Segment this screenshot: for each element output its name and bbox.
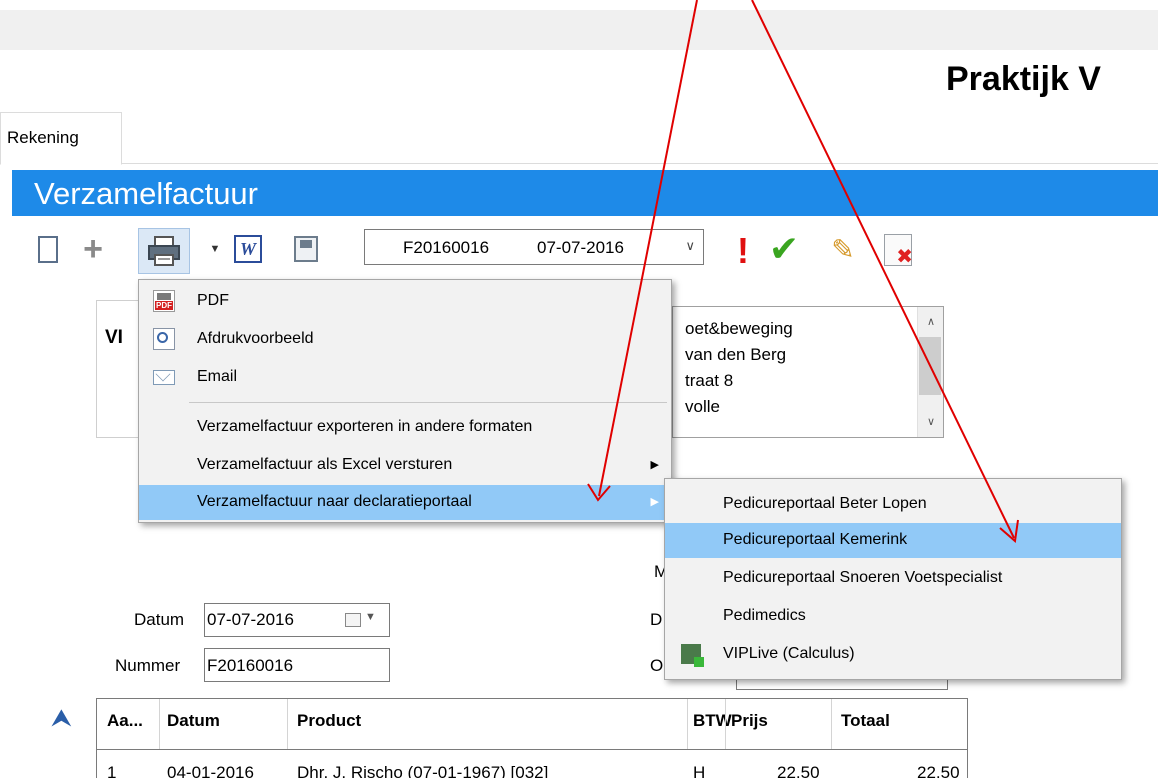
invoice-date: 07-07-2016 <box>537 238 624 257</box>
column-header[interactable]: Datum <box>167 711 220 731</box>
invoice-lines-table: Aa... Datum Product BTW Prijs Totaal 1 0… <box>96 698 968 778</box>
submenu-item-viplive[interactable]: VIPLive (Calculus) <box>665 637 1121 672</box>
submenu-item-label: Pedicureportaal Kemerink <box>723 531 908 548</box>
nummer-value: F20160016 <box>207 656 294 675</box>
warning-icon[interactable]: ! <box>736 230 750 271</box>
menu-item-pdf[interactable]: PDF PDF <box>139 284 671 319</box>
address-line: traat 8 <box>685 371 734 390</box>
column-header[interactable]: Totaal <box>841 711 890 731</box>
collapse-up-icon[interactable]: ⮝ <box>52 707 78 734</box>
submenu-arrow-icon: ▶ <box>650 496 659 508</box>
submenu-arrow-icon: ▶ <box>650 459 659 471</box>
label-fragment: O <box>650 656 664 675</box>
table-cell[interactable]: 04-01-2016 <box>167 763 254 778</box>
print-button[interactable] <box>138 228 190 274</box>
datum-value: 07-07-2016 <box>207 610 294 629</box>
email-icon <box>153 366 175 385</box>
new-document-icon[interactable] <box>38 236 58 263</box>
column-divider <box>159 699 160 749</box>
menu-item-label: Verzamelfactuur naar declaratieportaal <box>197 493 472 510</box>
table-cell[interactable]: 22,50 <box>777 763 820 778</box>
menu-item-label: Verzamelfactuur exporteren in andere for… <box>197 418 533 435</box>
printer-icon <box>148 236 180 266</box>
section-header: Verzamelfactuur <box>12 170 1158 216</box>
submenu-item-kemerink[interactable]: Pedicureportaal Kemerink <box>665 523 1121 558</box>
label-fragment: D <box>650 610 663 629</box>
app-title: Praktijk V <box>946 60 1101 98</box>
menu-item-declaratieportaal[interactable]: Verzamelfactuur naar declaratieportaal ▶ <box>139 485 671 520</box>
toolbar: + ▼ W F20160016 07-07-2016 ∨ ! ✔ ✎ ✖ <box>0 220 1158 280</box>
invoice-number: F20160016 <box>403 238 490 257</box>
delete-document-icon[interactable]: ✖ <box>884 234 913 268</box>
nummer-label: Nummer <box>115 656 181 675</box>
edit-pencil-icon[interactable]: ✎ <box>826 234 860 265</box>
add-icon[interactable]: + <box>78 232 108 266</box>
print-menu: PDF PDF Afdrukvoorbeeld Email Verzamelfa… <box>138 279 672 523</box>
submenu-item[interactable]: Pedicureportaal Beter Lopen <box>665 487 1121 522</box>
address-line: van den Berg <box>685 345 787 364</box>
table-cell[interactable]: 22,50 <box>917 763 960 778</box>
print-dropdown-arrow-icon[interactable]: ▼ <box>206 240 224 258</box>
print-preview-icon <box>153 328 175 350</box>
column-header[interactable]: Prijs <box>731 711 768 731</box>
tab-bar: Rekening <box>0 112 1158 165</box>
column-divider <box>287 699 288 749</box>
table-cell[interactable]: 1 <box>107 763 116 778</box>
menu-item-label: PDF <box>197 292 229 309</box>
table-cell[interactable]: Dhr. J. Rischo (07-01-1967) [032] <box>297 763 548 778</box>
datum-label: Datum <box>134 610 185 629</box>
chevron-down-icon: ∨ <box>685 238 695 253</box>
datum-field[interactable]: 07-07-2016 ▼ <box>204 603 390 637</box>
submenu-item[interactable]: Pedimedics <box>665 599 1121 634</box>
save-icon[interactable] <box>294 236 318 262</box>
submenu-item-label: Pedicureportaal Beter Lopen <box>723 495 927 512</box>
scroll-down-icon[interactable]: ∨ <box>927 415 935 428</box>
delete-x-icon: ✖ <box>896 246 913 268</box>
checkmark-icon[interactable]: ✔ <box>766 228 802 269</box>
portal-submenu: Pedicureportaal Beter Lopen Pedicureport… <box>664 478 1122 680</box>
header-separator <box>97 749 967 750</box>
menu-item-export-formats[interactable]: Verzamelfactuur exporteren in andere for… <box>139 410 671 445</box>
submenu-item-label: VIPLive (Calculus) <box>723 645 855 662</box>
column-divider <box>725 699 726 749</box>
submenu-item-label: Pedicureportaal Snoeren Voetspecialist <box>723 569 1003 586</box>
submenu-item-label: Pedimedics <box>723 607 806 624</box>
column-header[interactable]: Product <box>297 711 361 731</box>
column-header[interactable]: Aa... <box>107 711 143 731</box>
nummer-field[interactable]: F20160016 <box>204 648 390 682</box>
tab-rekening[interactable]: Rekening <box>0 112 122 165</box>
calendar-dropdown-icon[interactable]: ▼ <box>365 611 376 623</box>
column-divider <box>831 699 832 749</box>
address-box[interactable]: oet&beweging van den Berg traat 8 volle … <box>672 306 944 438</box>
viplive-icon <box>681 644 704 667</box>
table-cell[interactable]: H <box>693 763 705 778</box>
pdf-icon: PDF <box>153 290 175 312</box>
invoice-selector[interactable]: F20160016 07-07-2016 ∨ <box>364 229 704 265</box>
column-divider <box>687 699 688 749</box>
menu-item-excel[interactable]: Verzamelfactuur als Excel versturen ▶ <box>139 448 671 483</box>
address-line: volle <box>685 397 720 416</box>
calendar-icon[interactable] <box>345 613 361 627</box>
word-export-icon[interactable]: W <box>234 235 262 263</box>
menu-item-email[interactable]: Email <box>139 360 671 395</box>
customer-panel-text: VI <box>105 327 123 348</box>
menu-item-label: Verzamelfactuur als Excel versturen <box>197 456 453 473</box>
menu-separator <box>189 402 667 403</box>
menu-item-print-preview[interactable]: Afdrukvoorbeeld <box>139 322 671 357</box>
menu-item-label: Afdrukvoorbeeld <box>197 330 314 347</box>
title-strip <box>0 10 1158 50</box>
submenu-item[interactable]: Pedicureportaal Snoeren Voetspecialist <box>665 561 1121 596</box>
scroll-up-icon[interactable]: ∧ <box>927 315 935 328</box>
menu-item-label: Email <box>197 368 238 385</box>
section-title: Verzamelfactuur <box>34 176 258 211</box>
address-line: oet&beweging <box>685 319 793 338</box>
address-scrollbar[interactable]: ∧ ∨ <box>917 307 943 437</box>
scroll-thumb[interactable] <box>919 337 941 395</box>
